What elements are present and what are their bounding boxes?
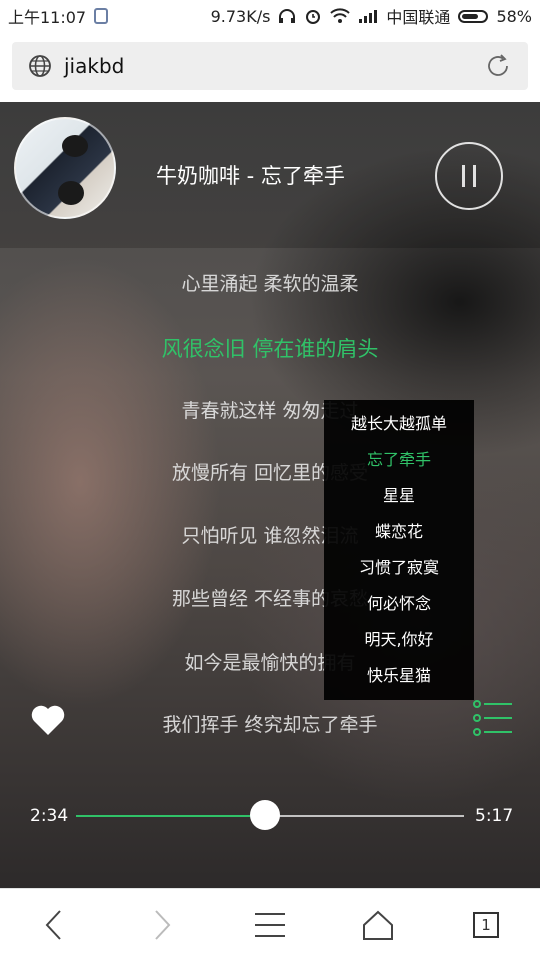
url-text[interactable]: jiakbd [64, 54, 124, 78]
playlist-icon[interactable] [472, 698, 514, 738]
playlist-item[interactable]: 明天,你好 [324, 626, 474, 650]
playlist-item[interactable]: 习惯了寂寞 [324, 554, 474, 578]
progress-bar[interactable] [76, 800, 464, 830]
carrier-name: 中国联通 [386, 8, 451, 27]
progress-fill [76, 815, 265, 817]
network-speed: 9.73K/s [210, 6, 271, 26]
globe-icon [29, 55, 51, 77]
alarm-icon [306, 10, 321, 24]
sim-icon [94, 8, 109, 24]
tabs-icon: 1 [473, 911, 499, 938]
reload-icon[interactable] [484, 52, 512, 80]
progress-knob[interactable] [249, 800, 280, 830]
pause-icon [462, 165, 465, 187]
lyric-line: 我们挥手 终究却忘了牵手 [162, 714, 378, 736]
status-bar: 上午11:07 9.73K/s 中国联通 58% [0, 0, 540, 32]
signal-icon [359, 10, 378, 23]
menu-button[interactable] [240, 895, 300, 955]
lyric-line-current: 风很念旧 停在谁的肩头 [161, 337, 379, 361]
music-player: 牛奶咖啡 - 忘了牵手 心里涌起 柔软的温柔 风很念旧 停在谁的肩头 青春就这样… [0, 102, 540, 888]
playlist-item[interactable]: 蝶恋花 [324, 518, 474, 542]
playlist-item[interactable]: 快乐星猫 [324, 662, 474, 686]
battery-percent: 58% [496, 6, 532, 26]
status-time: 上午11:07 [8, 8, 87, 27]
total-time: 5:17 [475, 806, 514, 826]
home-icon [363, 910, 393, 940]
browser-toolbar: jiakbd [0, 32, 540, 102]
forward-button[interactable] [132, 895, 192, 955]
current-time: 2:34 [30, 806, 69, 826]
heart-icon[interactable] [30, 704, 66, 736]
battery-icon [458, 9, 489, 23]
pause-button[interactable] [435, 142, 503, 210]
back-icon [45, 909, 61, 940]
tabs-button[interactable]: 1 [456, 895, 516, 955]
headphones-icon [279, 9, 296, 23]
menu-icon [255, 912, 285, 937]
playlist-item[interactable]: 何必怀念 [324, 590, 474, 614]
lyric-line: 心里涌起 柔软的温柔 [181, 273, 359, 295]
home-button[interactable] [348, 895, 408, 955]
playlist-item[interactable]: 星星 [324, 482, 474, 506]
address-bar[interactable]: jiakbd [12, 42, 528, 90]
wifi-icon [330, 8, 351, 23]
playlist-menu: 越长大越孤单 忘了牵手 星星 蝶恋花 习惯了寂寞 何必怀念 明天,你好 快乐星猫 [324, 400, 474, 700]
album-cover[interactable] [14, 117, 116, 219]
playlist-item[interactable]: 越长大越孤单 [324, 410, 474, 434]
back-button[interactable] [24, 895, 84, 955]
browser-bottom-nav: 1 [0, 888, 540, 960]
forward-icon [155, 909, 171, 940]
song-title: 牛奶咖啡 - 忘了牵手 [156, 164, 345, 188]
playlist-item-current[interactable]: 忘了牵手 [324, 446, 474, 470]
